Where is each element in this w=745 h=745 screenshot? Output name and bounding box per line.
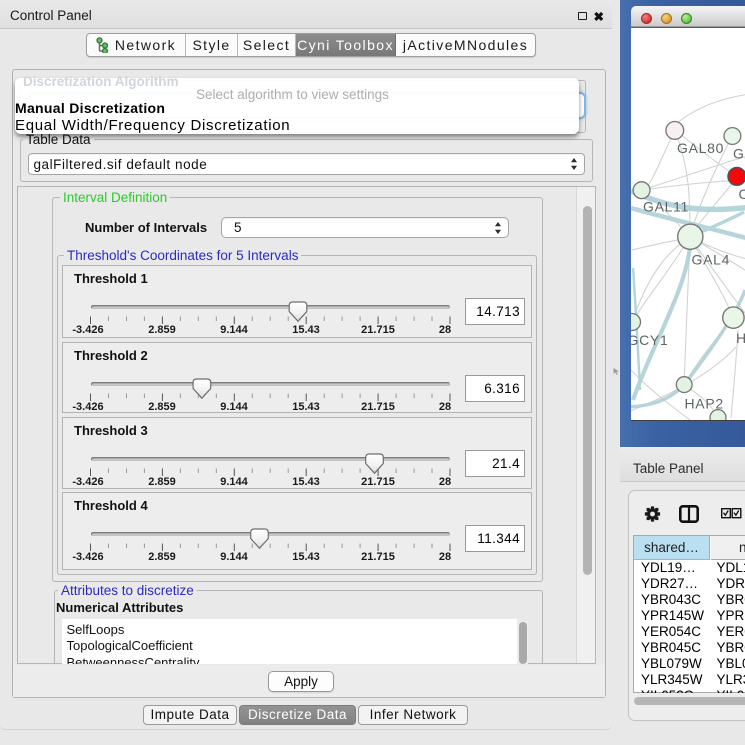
svg-text:GAL1: GAL1 — [733, 146, 745, 162]
svg-text:GCY1: GCY1 — [631, 332, 668, 348]
svg-text:GAL80: GAL80 — [677, 140, 724, 156]
svg-text:GAL4: GAL4 — [692, 252, 731, 268]
svg-text:HAP2: HAP2 — [685, 396, 724, 412]
svg-text:C: C — [739, 186, 745, 202]
svg-text:GAL11: GAL11 — [643, 199, 689, 215]
svg-text:H: H — [736, 330, 745, 346]
